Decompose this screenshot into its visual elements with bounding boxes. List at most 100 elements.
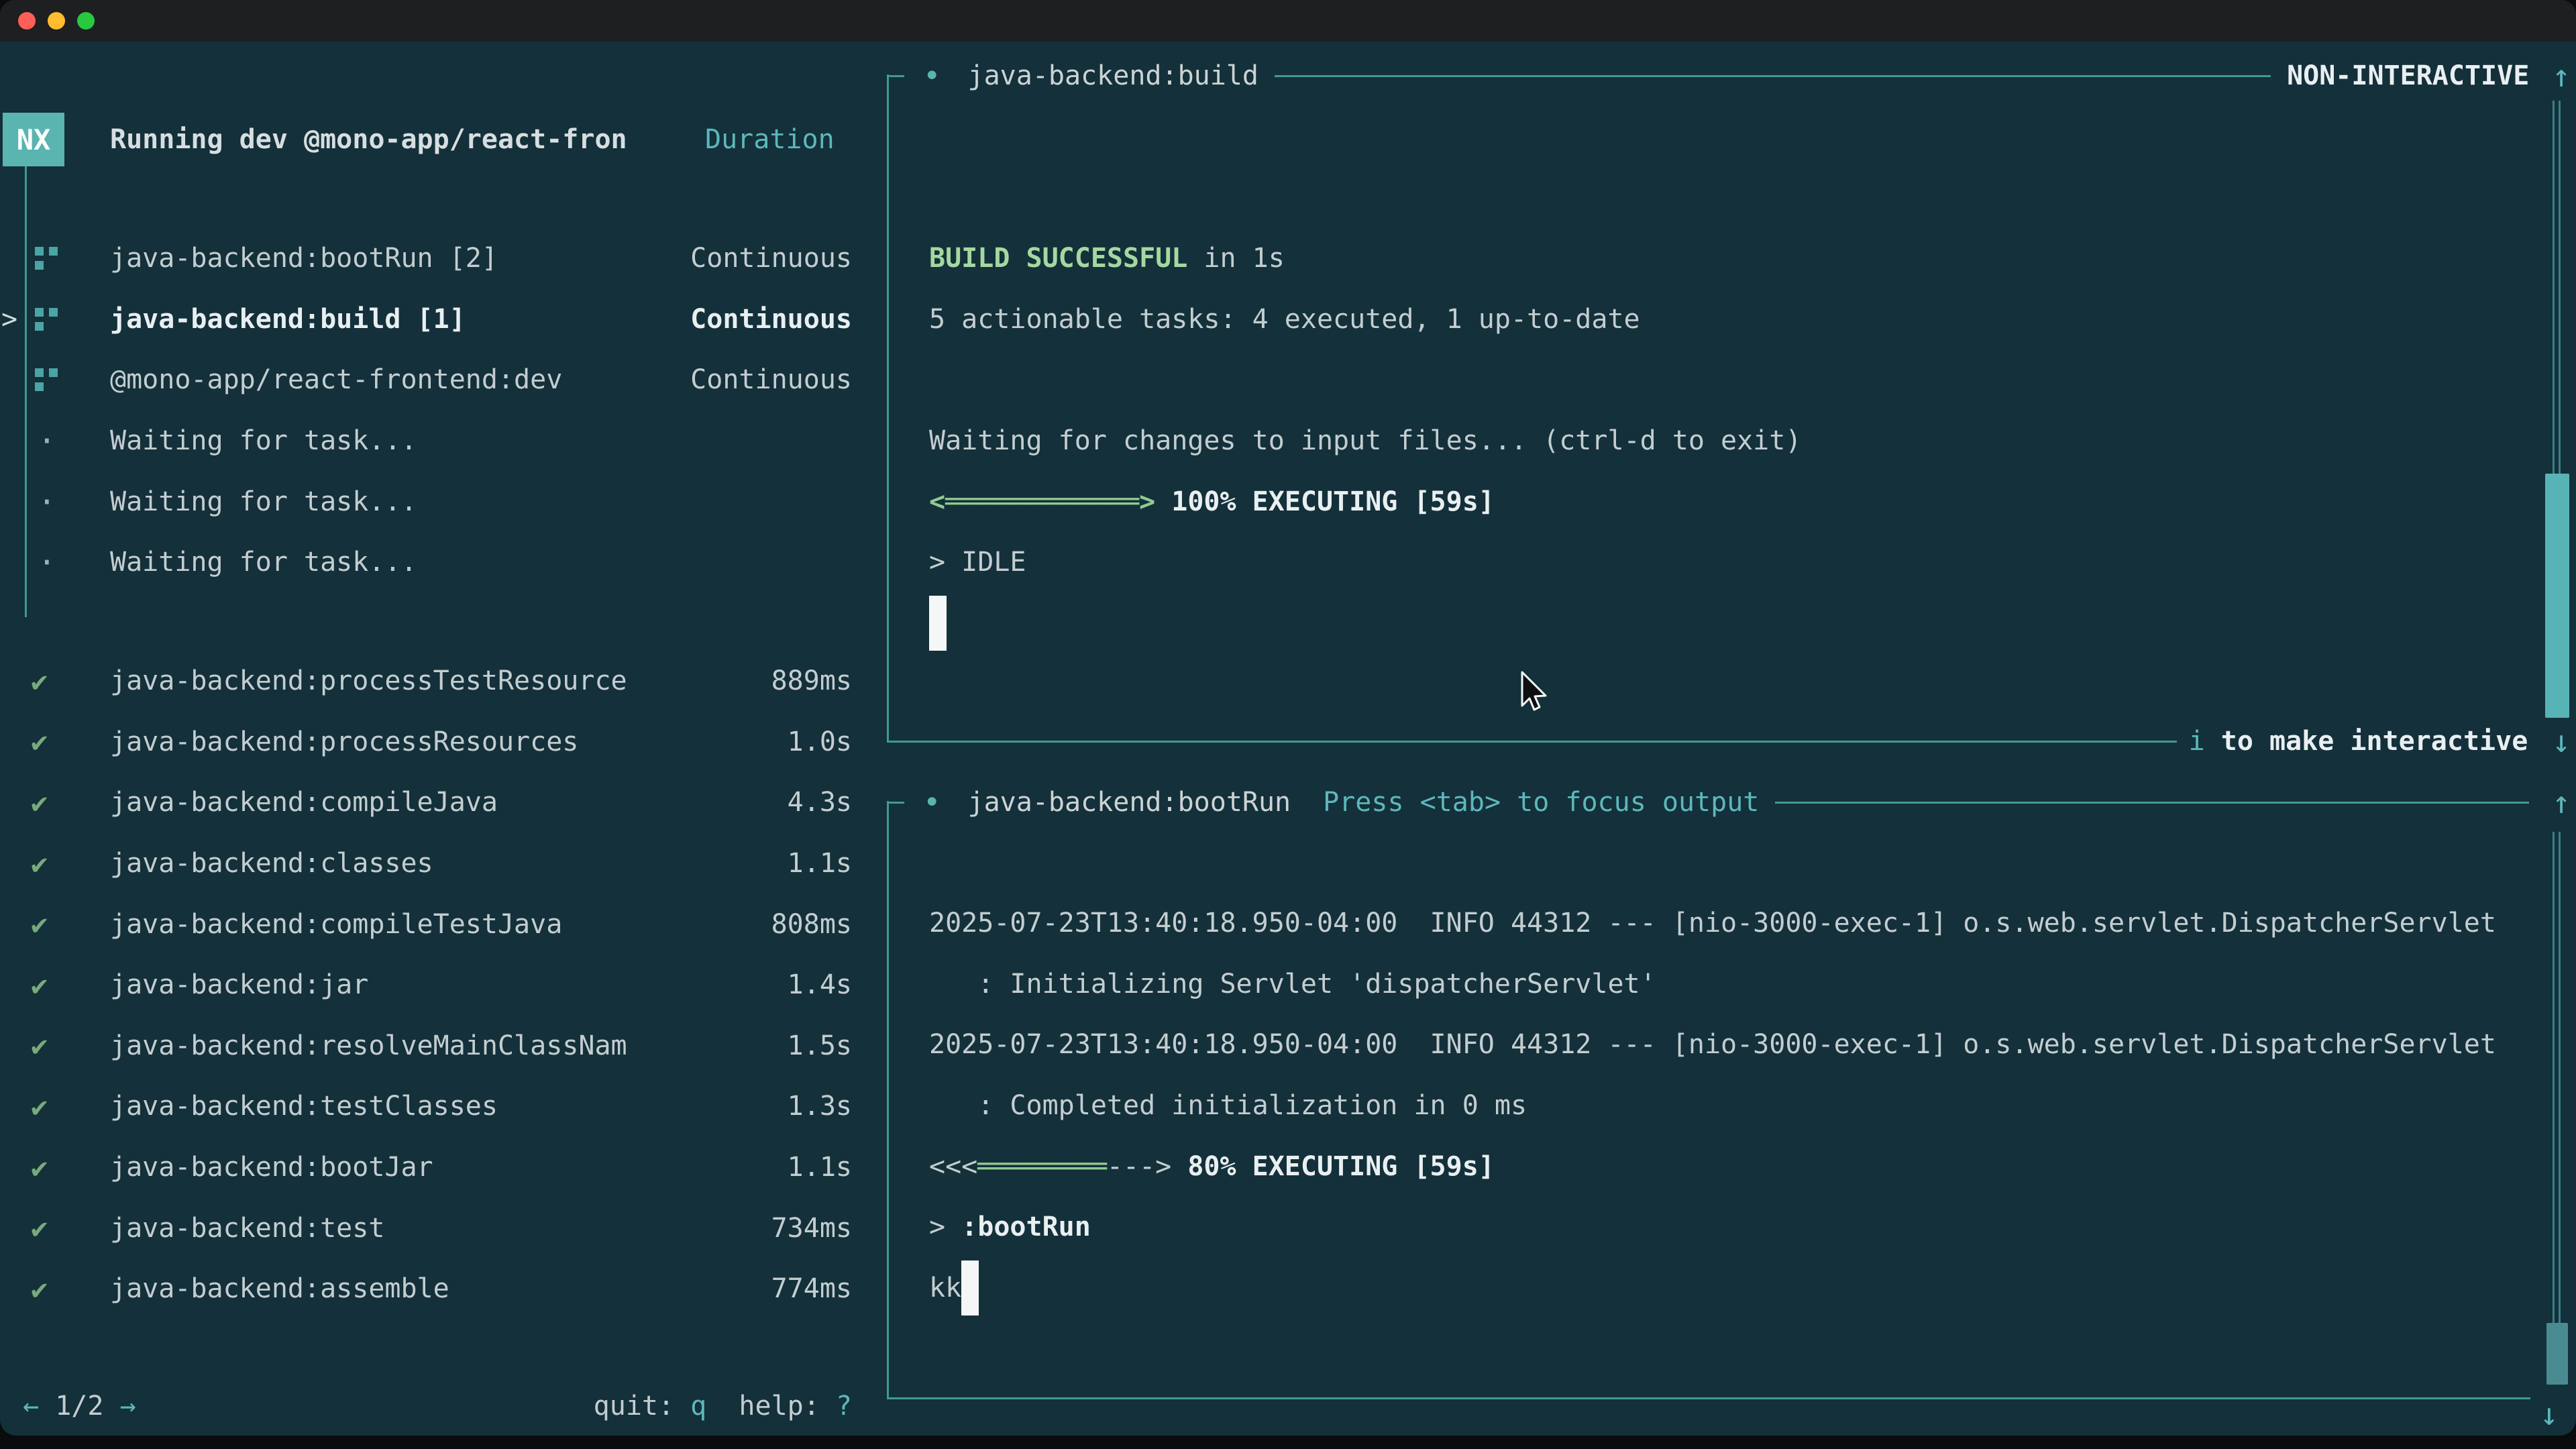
- gradle-progress-text: 80% EXECUTING [59s]: [1171, 1151, 1495, 1182]
- bootrun-panel-left-border: [887, 801, 889, 1399]
- task-row[interactable]: ✔ java-backend:compileJava 4.3s: [0, 772, 887, 833]
- bootrun-panel-header[interactable]: • java-backend:bootRun Press <tab> to fo…: [887, 771, 2571, 833]
- pager: ← 1/2 →: [23, 1375, 136, 1436]
- task-label: java-backend:bootRun [2]: [110, 228, 498, 289]
- task-duration: 808ms: [771, 894, 852, 955]
- build-panel-title: java-backend:build: [968, 60, 1258, 91]
- task-row[interactable]: ✔ java-backend:assemble 774ms: [0, 1258, 887, 1320]
- pager-right-arrow-icon[interactable]: →: [120, 1391, 136, 1421]
- terminal-window: NX Running dev @mono-app/react-fron Dura…: [0, 0, 2576, 1436]
- task-label: java-backend:testClasses: [110, 1076, 498, 1137]
- task-spinner-icon: [35, 247, 58, 270]
- task-spinner-icon: [35, 368, 58, 391]
- task-label: java-backend:build [1]: [110, 289, 466, 350]
- task-label: Waiting for task...: [110, 471, 417, 532]
- task-row[interactable]: · Waiting for task...: [0, 411, 887, 472]
- task-row[interactable]: > java-backend:build [1] Continuous: [0, 289, 887, 350]
- task-duration: 774ms: [771, 1258, 852, 1320]
- task-bullet-icon: •: [923, 786, 941, 820]
- scroll-down-icon[interactable]: ↓: [2540, 1383, 2559, 1436]
- pending-dot-icon: ·: [38, 411, 56, 472]
- running-task-list: java-backend:bootRun [2] Continuous > ja…: [0, 228, 887, 593]
- border-corner: [887, 75, 904, 77]
- check-icon: ✔: [31, 955, 48, 1016]
- task-row[interactable]: · Waiting for task...: [0, 471, 887, 532]
- task-label: java-backend:resolveMainClassNam: [110, 1016, 627, 1077]
- nx-logo: NX: [3, 113, 64, 166]
- log-line: : Completed initialization in 0 ms: [929, 1090, 1527, 1121]
- interactive-hint-key: i: [2189, 726, 2205, 757]
- quit-label: quit:: [594, 1391, 691, 1421]
- build-panel-scrollbar-track[interactable]: [2553, 101, 2561, 474]
- gradle-progress-bar: ════════: [977, 1151, 1107, 1182]
- task-row[interactable]: ✔ java-backend:processTestResource 889ms: [0, 651, 887, 712]
- task-row[interactable]: · Waiting for task...: [0, 532, 887, 593]
- mouse-cursor-icon: [1520, 671, 1550, 712]
- header-rule: [1775, 802, 2529, 804]
- task-label: Waiting for task...: [110, 532, 417, 593]
- task-row[interactable]: ✔ java-backend:bootJar 1.1s: [0, 1137, 887, 1198]
- build-panel-scrollbar-thumb[interactable]: [2545, 474, 2569, 718]
- interactive-hint: i to make interactive: [2189, 726, 2528, 757]
- close-button[interactable]: [18, 12, 36, 30]
- scroll-down-icon[interactable]: ↓: [2552, 723, 2571, 759]
- sidebar-title: Running dev @mono-app/react-fron: [110, 109, 627, 170]
- task-label: java-backend:compileTestJava: [110, 894, 562, 955]
- title-bar: [0, 0, 2576, 42]
- focus-output-hint: Press <tab> to focus output: [1323, 787, 1759, 818]
- check-icon: ✔: [31, 1137, 48, 1198]
- task-row[interactable]: ✔ java-backend:resolveMainClassNam 1.5s: [0, 1016, 887, 1077]
- task-row[interactable]: ✔ java-backend:test 734ms: [0, 1197, 887, 1258]
- check-icon: ✔: [31, 772, 48, 833]
- minimize-button[interactable]: [48, 12, 65, 30]
- prompt-arrow: >: [929, 1212, 961, 1242]
- keyboard-hints: quit: q help: ?: [594, 1375, 852, 1436]
- task-row[interactable]: ✔ java-backend:classes 1.1s: [0, 833, 887, 894]
- task-row[interactable]: @mono-app/react-frontend:dev Continuous: [0, 350, 887, 411]
- typed-input-text[interactable]: kk: [929, 1273, 961, 1303]
- idle-status-text: > IDLE: [929, 547, 1026, 578]
- task-row[interactable]: ✔ java-backend:testClasses 1.3s: [0, 1076, 887, 1137]
- task-duration: 1.5s: [788, 1016, 852, 1077]
- check-icon: ✔: [31, 1076, 48, 1137]
- bootrun-panel-bottom-border: [887, 1397, 2530, 1399]
- progress-pre: <<<: [929, 1151, 977, 1182]
- task-label: java-backend:classes: [110, 833, 433, 894]
- task-label: java-backend:processResources: [110, 712, 578, 773]
- check-icon: ✔: [31, 1197, 48, 1258]
- task-row[interactable]: java-backend:bootRun [2] Continuous: [0, 228, 887, 289]
- pager-value: 1/2: [55, 1391, 103, 1421]
- task-spinner-icon: [35, 308, 58, 331]
- task-duration: 1.1s: [788, 833, 852, 894]
- task-row[interactable]: ✔ java-backend:jar 1.4s: [0, 955, 887, 1016]
- interactive-hint-text: to make interactive: [2205, 726, 2528, 757]
- check-icon: ✔: [31, 651, 48, 712]
- log-line: 2025-07-23T13:40:18.950-04:00 INFO 44312…: [929, 1029, 2496, 1060]
- task-duration: 1.3s: [788, 1076, 852, 1137]
- build-panel-left-border: [887, 74, 889, 742]
- waiting-for-changes-text: Waiting for changes to input files... (c…: [929, 425, 1801, 456]
- zoom-button[interactable]: [77, 12, 95, 30]
- check-icon: ✔: [31, 1016, 48, 1077]
- task-row[interactable]: ✔ java-backend:compileTestJava 808ms: [0, 894, 887, 955]
- build-panel-header[interactable]: • java-backend:build NON-INTERACTIVE ↑: [887, 45, 2571, 107]
- check-icon: ✔: [31, 712, 48, 773]
- bootrun-panel-scrollbar-thumb[interactable]: [2546, 1323, 2568, 1385]
- build-successful-text: BUILD SUCCESSFUL: [929, 243, 1187, 274]
- task-duration: 889ms: [771, 651, 852, 712]
- prompt-task-text: :bootRun: [961, 1212, 1091, 1242]
- pager-left-arrow-icon[interactable]: ←: [23, 1391, 39, 1421]
- task-label: java-backend:compileJava: [110, 772, 498, 833]
- bootrun-panel-scrollbar-track[interactable]: [2553, 832, 2561, 1323]
- scroll-up-icon[interactable]: ↑: [2552, 58, 2571, 94]
- log-line: : Initializing Servlet 'dispatcherServle…: [929, 969, 1656, 1000]
- task-row[interactable]: ✔ java-backend:processResources 1.0s: [0, 712, 887, 773]
- build-panel-output: BUILD SUCCESSFUL in 1s 5 actionable task…: [929, 228, 2536, 653]
- check-icon: ✔: [31, 894, 48, 955]
- task-duration: 734ms: [771, 1197, 852, 1258]
- build-panel-bottom-border: i to make interactive ↓: [887, 710, 2571, 772]
- scroll-up-icon[interactable]: ↑: [2552, 784, 2571, 820]
- selected-row-chevron-icon: >: [1, 289, 17, 350]
- task-duration: 1.0s: [788, 712, 852, 773]
- build-time-text: in 1s: [1187, 243, 1285, 274]
